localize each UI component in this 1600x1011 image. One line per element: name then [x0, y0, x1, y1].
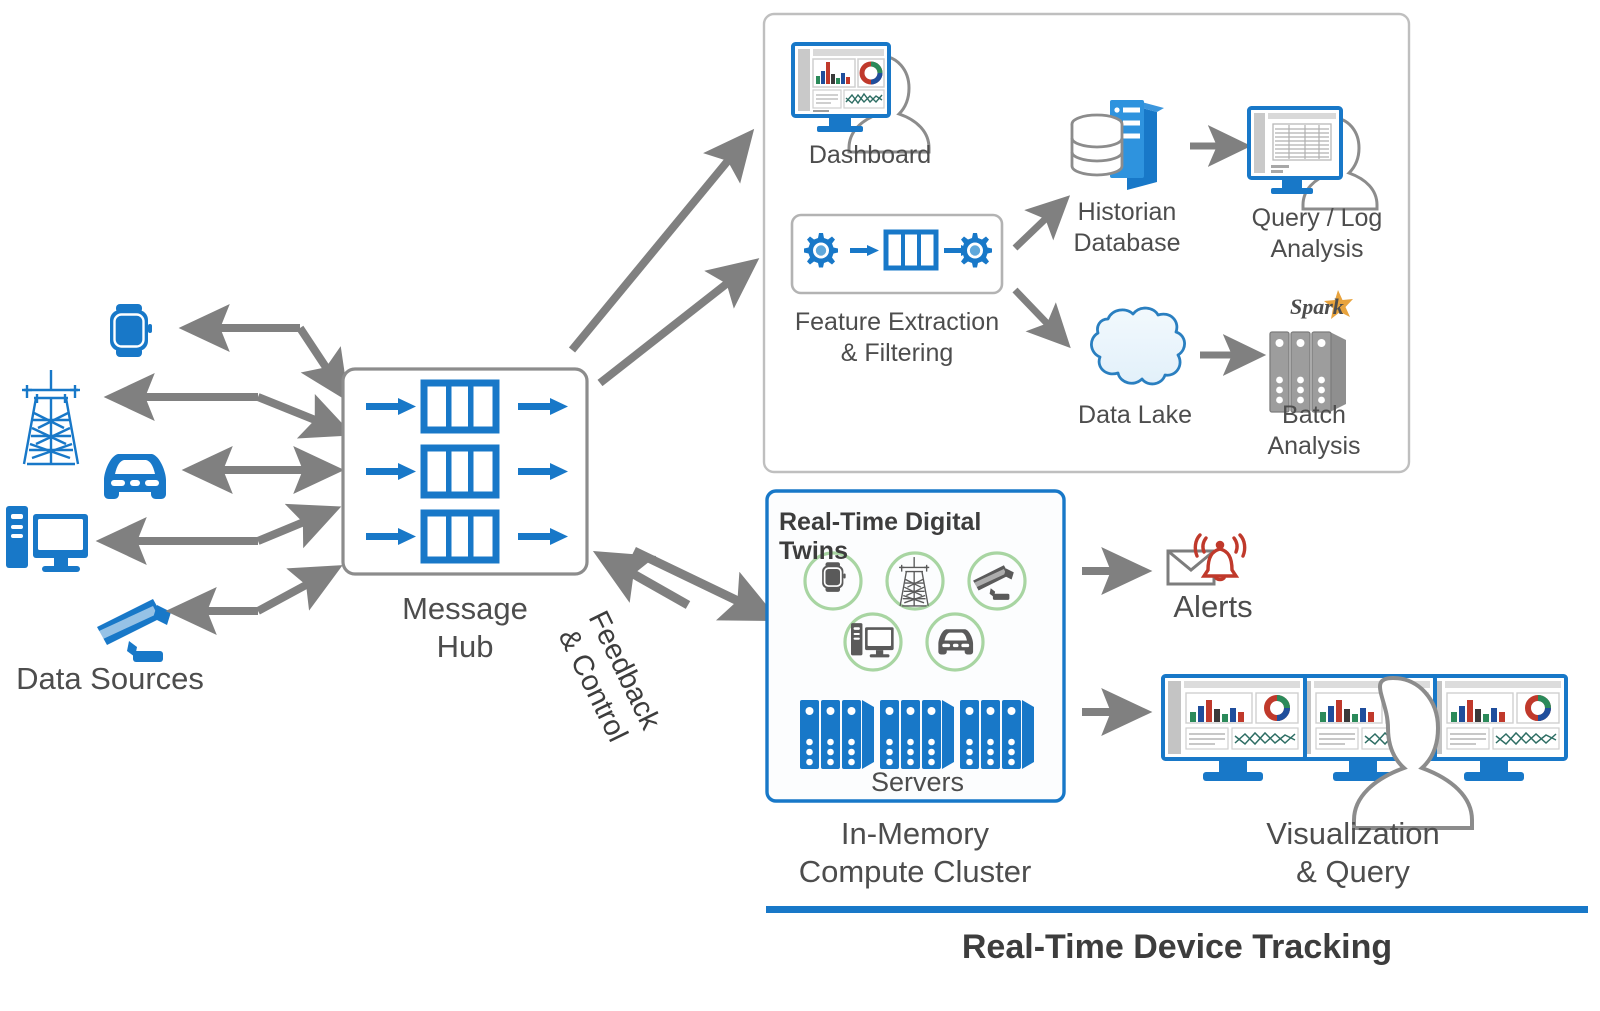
desktop-computer-icon — [6, 506, 88, 572]
page-title: Real-Time Device Tracking — [961, 928, 1393, 966]
car-icon — [104, 454, 166, 499]
log-monitor-icon — [1247, 106, 1379, 211]
watch-icon — [110, 304, 152, 357]
cctv-camera-icon — [97, 599, 171, 662]
servers-icon — [800, 700, 1034, 769]
query-log-analysis-label: Query / Log Analysis — [1251, 204, 1383, 263]
feature-extraction-box[interactable] — [790, 213, 1004, 295]
server-rack-icon: Spark — [1269, 290, 1353, 413]
svg-text:Spark: Spark — [1290, 294, 1344, 319]
data-lake-cloud-icon — [1090, 306, 1186, 386]
transmission-tower-icon — [22, 370, 80, 466]
output-arrows — [1082, 547, 1153, 736]
multi-monitor-icon — [1161, 674, 1568, 830]
dashboard-label: Dashboard — [808, 141, 932, 169]
visualization-label: Visualization & Query — [1266, 816, 1440, 889]
spark-badge: Spark — [1290, 290, 1353, 319]
data-lake-label: Data Lake — [1078, 401, 1192, 429]
realtime-digital-twins-title: Real-Time Digital Twins — [779, 508, 982, 565]
alerts-label: Alerts — [1173, 589, 1253, 624]
data-sources-label: Data Sources — [16, 661, 204, 696]
servers-label: Servers — [870, 767, 965, 797]
database-server-icon — [1070, 100, 1164, 190]
historian-database-label: Historian Database — [1073, 198, 1181, 257]
alert-bell-envelope-icon — [1166, 533, 1247, 586]
bottom-rule — [766, 906, 1588, 913]
dashboard-monitor-icon — [791, 42, 931, 154]
hub-to-analytics-arrows — [568, 128, 760, 387]
compute-cluster-label: In-Memory Compute Cluster — [798, 816, 1032, 889]
message-hub-box[interactable] — [341, 367, 589, 576]
batch-analysis-label: Batch Analysis — [1267, 401, 1361, 460]
feature-extraction-label: Feature Extraction & Filtering — [794, 308, 1000, 367]
feedback-control-arrows — [592, 546, 780, 622]
message-hub-label: Message Hub — [402, 591, 528, 664]
